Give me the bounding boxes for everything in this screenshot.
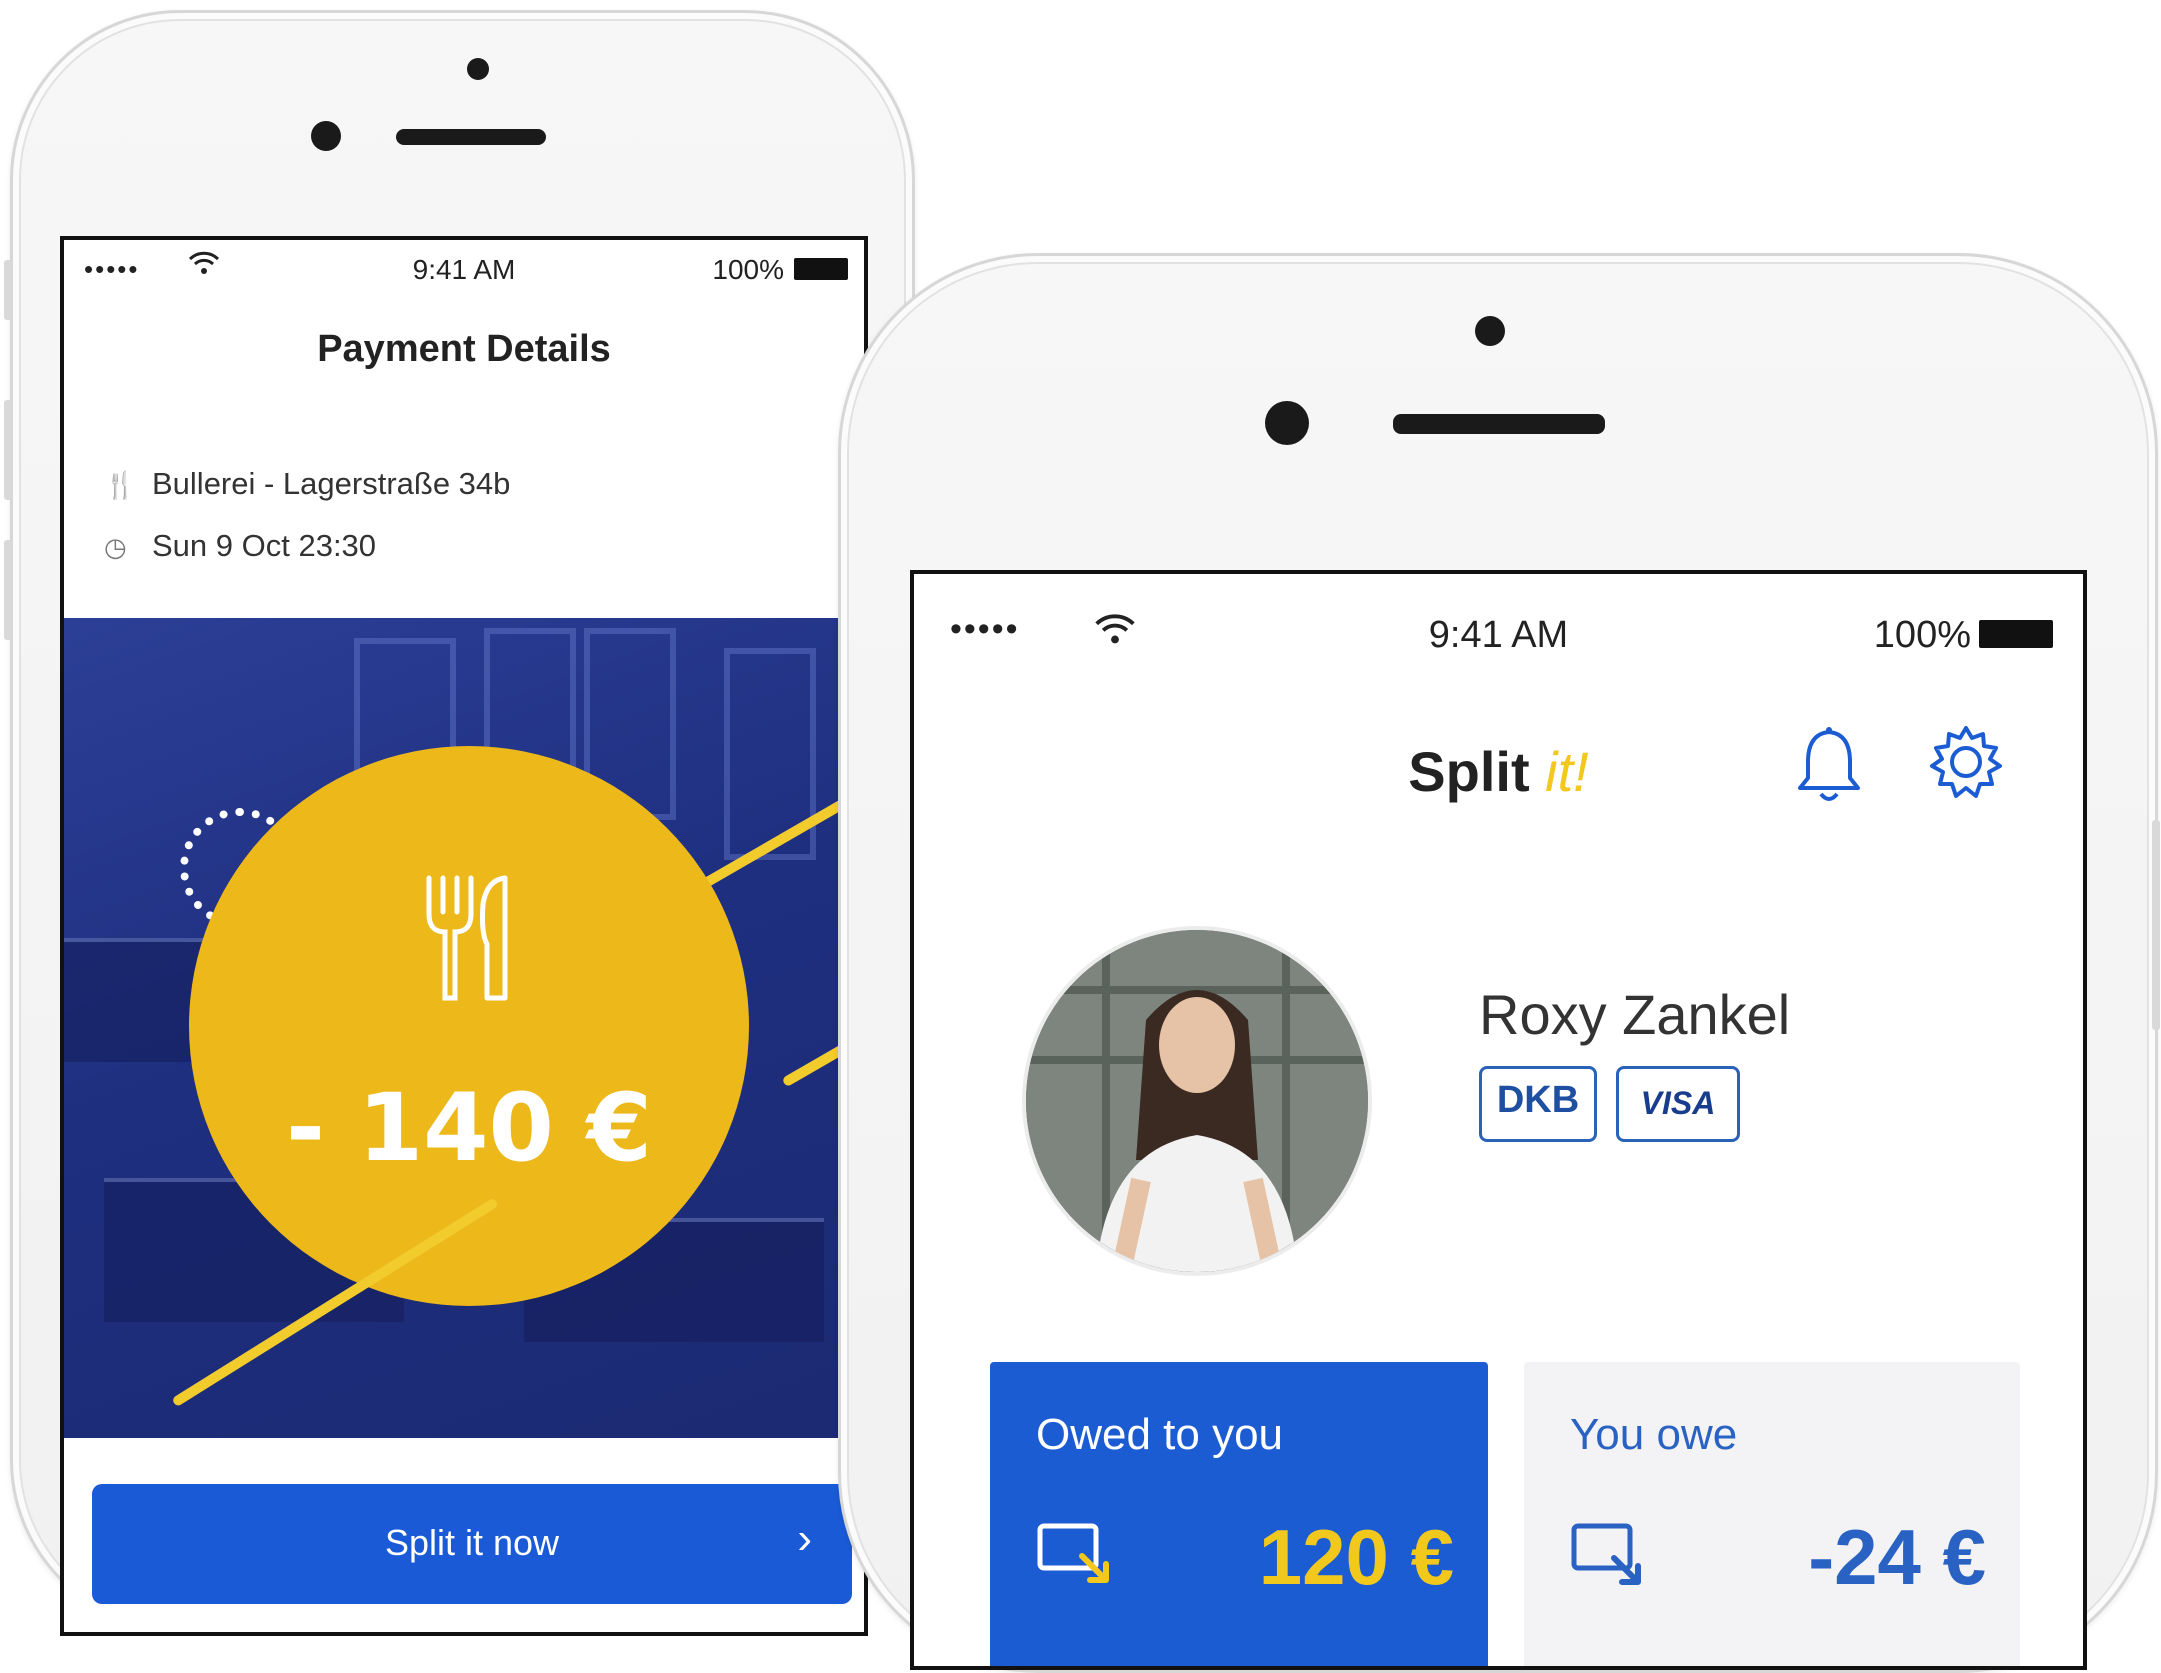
clock-icon: ◷: [104, 532, 127, 562]
venue-text: Bullerei - Lagerstraße 34b: [152, 466, 511, 501]
outgoing-transfer-icon: [1571, 1523, 1641, 1585]
dkb-card-badge[interactable]: DKB: [1479, 1066, 1597, 1142]
split-button-label: Split it now: [384, 1522, 560, 1563]
volume-button: [4, 260, 12, 320]
venue-row: 🍴 Bullerei - Lagerstraße 34b: [104, 466, 510, 502]
profile-screen: ••••• 9:41 AM 100% Split it! Roxy Zankel…: [910, 570, 2087, 1670]
restaurant-hero-image: - 140 €: [64, 618, 864, 1438]
visa-card-badge[interactable]: VISA: [1616, 1066, 1740, 1142]
status-bar: ••••• 9:41 AM 100%: [64, 240, 864, 300]
front-camera: [1475, 316, 1505, 346]
battery-percent: 100%: [1873, 614, 1971, 656]
user-name: Roxy Zankel: [1479, 983, 1791, 1046]
page-title: Payment Details: [317, 328, 611, 370]
avatar: [1022, 926, 1372, 1276]
app-title-main: Split: [1408, 740, 1546, 803]
gear-icon[interactable]: [1926, 722, 2006, 802]
battery-icon: [1979, 620, 2053, 648]
payment-details-screen: ••••• 9:41 AM 100% Payment Details 🍴 Bull…: [60, 236, 868, 1636]
visa-label: VISA: [1640, 1085, 1716, 1121]
owed-to-you-card[interactable]: Owed to you 120 €: [990, 1362, 1488, 1666]
front-camera: [467, 58, 489, 80]
incoming-transfer-icon: [1037, 1523, 1109, 1583]
proximity-sensor: [1265, 401, 1309, 445]
owed-to-you-label: Owed to you: [1036, 1410, 1284, 1459]
volume-button: [4, 540, 12, 640]
you-owe-card[interactable]: You owe -24 €: [1524, 1362, 2020, 1666]
user-photo: [1026, 930, 1368, 1272]
battery-icon: [794, 258, 848, 280]
volume-button: [4, 400, 12, 500]
you-owe-value: -24 €: [1808, 1513, 1986, 1601]
bell-icon[interactable]: [1794, 724, 1864, 804]
app-title: Split it!: [914, 739, 2083, 804]
proximity-sensor: [311, 121, 341, 151]
earpiece-speaker: [1393, 414, 1605, 434]
fork-knife-icon: 🍴: [104, 470, 137, 500]
dkb-label: DKB: [1496, 1079, 1580, 1121]
battery-percent: 100%: [712, 254, 784, 285]
datetime-row: ◷ Sun 9 Oct 23:30: [104, 528, 376, 564]
power-button: [2152, 820, 2160, 1030]
datetime-text: Sun 9 Oct 23:30: [152, 528, 377, 563]
status-bar: ••••• 9:41 AM 100%: [914, 574, 2083, 656]
owed-to-you-value: 120 €: [1258, 1513, 1454, 1601]
chevron-right-icon: ›: [797, 1514, 812, 1563]
earpiece-speaker: [396, 129, 546, 145]
cutlery-icon: [426, 875, 508, 1001]
payment-amount: - 140 €: [285, 1074, 653, 1183]
split-it-now-button[interactable]: Split it now ›: [92, 1484, 852, 1604]
app-title-accent: it!: [1545, 740, 1589, 803]
you-owe-label: You owe: [1570, 1410, 1738, 1459]
